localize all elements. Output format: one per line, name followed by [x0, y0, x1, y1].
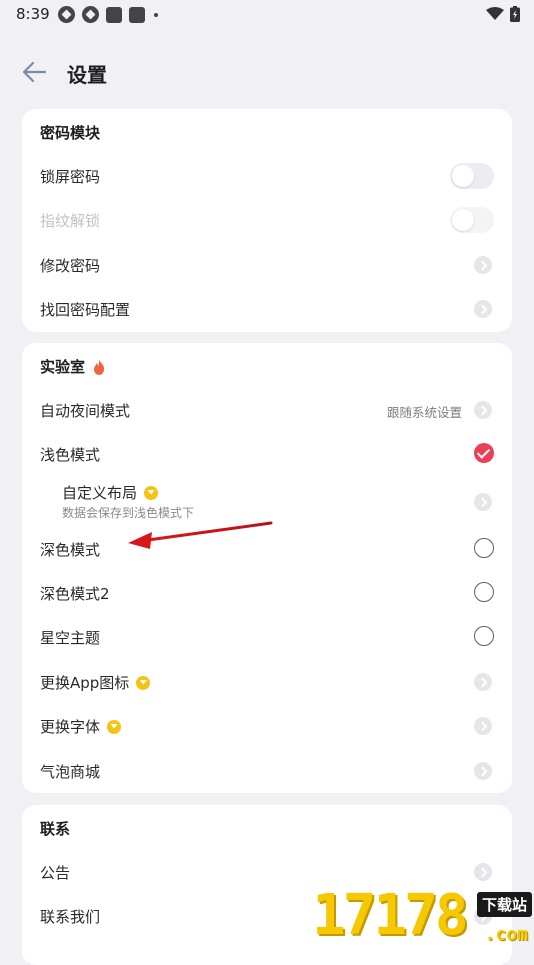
light-mode-check-icon[interactable] [474, 443, 494, 463]
dark-mode-radio[interactable] [474, 538, 494, 558]
vip-icon [144, 485, 159, 500]
vip-icon [136, 675, 151, 690]
more-notifications-icon [154, 12, 158, 17]
row-label: 联系我们 [40, 908, 101, 926]
vip-icon [107, 719, 122, 734]
app-header: 设置 [0, 44, 534, 100]
row-label: 更换App图标 [40, 674, 130, 692]
section-title-text: 联系 [40, 820, 71, 838]
row-label: 锁屏密码 [40, 168, 101, 186]
row-label: 更换字体 [40, 718, 101, 736]
custom-layout-row[interactable]: 自定义布局 数据会保存到浅色模式下 [22, 481, 512, 523]
starry-theme-radio[interactable] [474, 626, 494, 646]
chevron-right-icon [474, 717, 492, 735]
chevron-right-icon [474, 300, 492, 318]
site-watermark: 17178 下载站 .com [312, 884, 534, 950]
watermark-domain: .com [484, 924, 528, 945]
chevron-right-icon [474, 256, 492, 274]
battery-icon [510, 6, 520, 22]
lock-screen-toggle[interactable] [450, 163, 494, 189]
lab-section: 实验室 自动夜间模式 跟随系统设置 浅色模式 自定义布局 数据会保存到浅色模式下… [22, 343, 512, 793]
lock-screen-password-row[interactable]: 锁屏密码 [22, 156, 512, 196]
chevron-right-icon [474, 401, 492, 419]
auto-night-mode-row[interactable]: 自动夜间模式 跟随系统设置 [22, 390, 512, 430]
row-label: 指纹解锁 [40, 212, 101, 230]
wifi-icon [486, 7, 504, 20]
dark-mode-row[interactable]: 深色模式 [22, 529, 512, 569]
section-title: 实验室 [40, 356, 105, 377]
light-mode-row[interactable]: 浅色模式 [22, 434, 512, 474]
row-label: 气泡商城 [40, 763, 101, 781]
custom-layout-description: 数据会保存到浅色模式下 [62, 506, 195, 520]
row-label-group: 更换字体 [40, 716, 122, 737]
change-password-row[interactable]: 修改密码 [22, 245, 512, 285]
arrow-left-icon [22, 61, 47, 83]
row-label: 自动夜间模式 [40, 402, 131, 420]
section-title-text: 实验室 [40, 358, 86, 376]
section-title: 联系 [40, 818, 70, 839]
app-notification-icon [106, 6, 122, 23]
starry-theme-row[interactable]: 星空主题 [22, 617, 512, 657]
row-label: 修改密码 [40, 257, 101, 275]
password-section: 密码模块 锁屏密码 指纹解锁 修改密码 找回密码配置 [22, 109, 512, 332]
status-bar: 8:39 [0, 0, 534, 30]
section-title-text: 密码模块 [40, 124, 101, 142]
page-title: 设置 [67, 63, 107, 87]
app-notification-icon [58, 6, 75, 23]
back-button[interactable] [20, 58, 50, 86]
row-label-group: 更换App图标 [40, 672, 151, 693]
row-label: 星空主题 [40, 629, 101, 647]
chevron-right-icon [474, 673, 492, 691]
row-label: 找回密码配置 [40, 301, 131, 319]
watermark-tag: 下载站 [476, 892, 532, 917]
app-notification-icon [82, 6, 99, 23]
status-time: 8:39 [16, 5, 50, 23]
recover-password-config-row[interactable]: 找回密码配置 [22, 289, 512, 329]
dark-mode-2-row[interactable]: 深色模式2 [22, 573, 512, 613]
notification-icons [58, 6, 158, 23]
dark-mode-2-radio[interactable] [474, 582, 494, 602]
row-label: 深色模式 [40, 541, 101, 559]
watermark-digits: 17178 [312, 883, 469, 948]
auto-night-value: 跟随系统设置 [386, 405, 462, 420]
app-notification-icon [129, 6, 145, 23]
row-label: 自定义布局 [62, 484, 138, 502]
flame-icon [93, 358, 105, 375]
chevron-right-icon [474, 762, 492, 780]
row-label: 浅色模式 [40, 446, 101, 464]
row-label: 深色模式2 [40, 585, 110, 603]
row-label: 公告 [40, 864, 71, 882]
fingerprint-toggle [450, 207, 494, 233]
fingerprint-unlock-row: 指纹解锁 [22, 200, 512, 240]
section-title: 密码模块 [40, 122, 100, 143]
change-app-icon-row[interactable]: 更换App图标 [22, 662, 512, 702]
chevron-right-icon [474, 863, 492, 881]
custom-layout-title: 自定义布局 [62, 482, 159, 503]
chevron-right-icon [474, 493, 492, 511]
change-font-row[interactable]: 更换字体 [22, 706, 512, 746]
system-icons [486, 6, 520, 22]
bubble-store-row[interactable]: 气泡商城 [22, 751, 512, 791]
